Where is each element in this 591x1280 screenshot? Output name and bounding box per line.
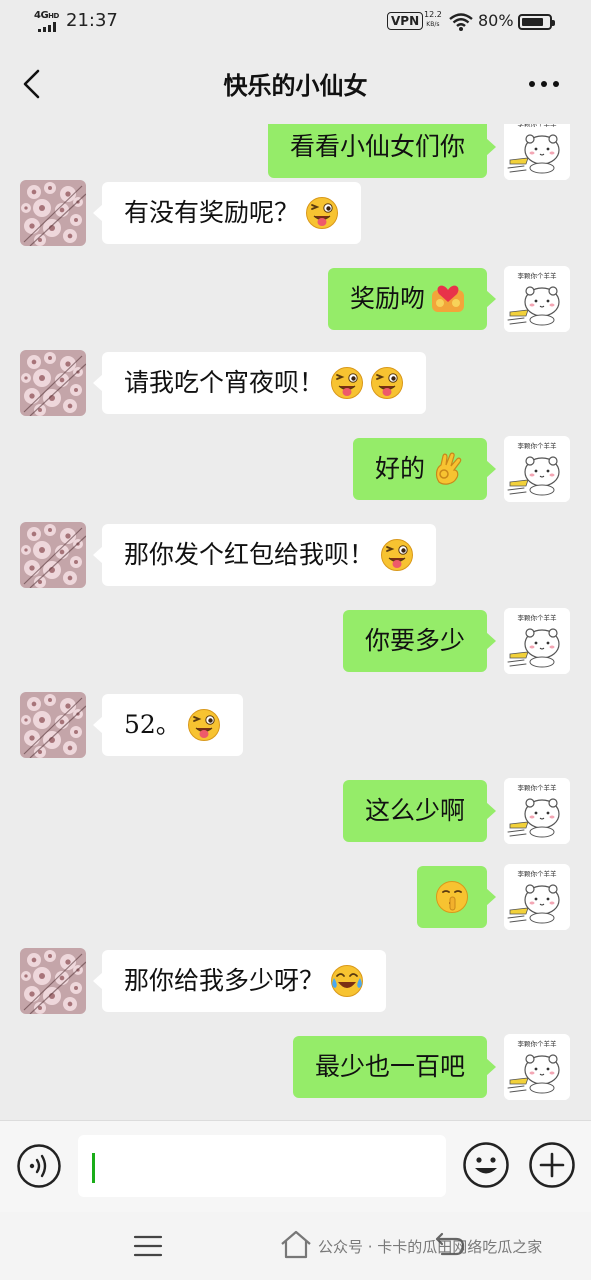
received-message-bubble[interactable]: 52。 <box>93 694 243 756</box>
contact-avatar[interactable] <box>20 522 86 588</box>
message-row: 那你给我多少呀？ <box>0 948 591 1018</box>
sent-message-bubble[interactable]: 这么少啊 <box>342 780 497 842</box>
svg-text:李颗你个羊羊: 李颗你个羊羊 <box>518 441 558 450</box>
contact-avatar[interactable] <box>20 180 86 246</box>
my-avatar[interactable]: 李颗你个羊羊 <box>504 1034 570 1100</box>
signal-icon <box>38 22 60 32</box>
clock: 21:37 <box>66 10 118 31</box>
kissing-couple-emoji-icon <box>432 285 464 312</box>
text-caret <box>92 1153 95 1183</box>
status-bar: 4GHD 21:37 VPN 12.2 KB/s 80% <box>0 0 591 44</box>
message-row: 那你发个红包给我呗！ <box>0 522 591 592</box>
network-type: 4GHD <box>34 10 59 21</box>
message-text: 那你发个红包给我呗！ <box>124 540 375 569</box>
contact-avatar[interactable] <box>20 350 86 416</box>
received-message-bubble[interactable]: 请我吃个宵夜呗！ <box>92 352 427 414</box>
message-text: 那你给我多少呀？ <box>124 966 325 995</box>
my-avatar[interactable]: 李颗你个羊羊 <box>504 778 570 844</box>
more-options-icon[interactable] <box>522 66 566 102</box>
svg-text:李颗你个羊羊: 李颗你个羊羊 <box>518 869 558 878</box>
message-text: 52。 <box>124 710 181 739</box>
sent-message-bubble[interactable]: 好的 <box>352 438 497 500</box>
emoji-picker-icon[interactable] <box>462 1141 510 1189</box>
chat-screen: 4GHD 21:37 VPN 12.2 KB/s 80% 快乐的小仙女 李颗你个… <box>0 0 591 1280</box>
recent-apps-icon[interactable] <box>132 1232 164 1260</box>
network-speed: 12.2 KB/s <box>424 10 442 28</box>
contact-avatar[interactable] <box>20 948 86 1014</box>
message-row: 李颗你个羊羊看看小仙女们你 <box>0 124 591 184</box>
my-avatar[interactable]: 李颗你个羊羊 <box>504 436 570 502</box>
svg-text:李颗你个羊羊: 李颗你个羊羊 <box>518 613 558 622</box>
message-row: 李颗你个羊羊最少也一百吧 <box>0 1034 591 1104</box>
message-row: 52。 <box>0 692 591 762</box>
received-message-bubble[interactable]: 那你给我多少呀？ <box>92 950 387 1012</box>
message-row: 有没有奖励呢？ <box>0 180 591 250</box>
voice-input-icon[interactable] <box>16 1143 62 1189</box>
received-message-bubble[interactable]: 那你发个红包给我呗！ <box>92 524 437 586</box>
message-row: 李颗你个羊羊奖励吻 <box>0 266 591 336</box>
battery-percent: 80% <box>478 11 514 30</box>
vpn-badge: VPN <box>387 12 424 30</box>
message-text: 好的 <box>374 454 425 483</box>
more-functions-icon[interactable] <box>528 1141 576 1189</box>
wink-tongue-face-emoji-icon <box>187 709 220 741</box>
home-icon[interactable] <box>278 1228 314 1260</box>
wink-tongue-face-emoji-icon <box>381 539 414 571</box>
message-row: 李颗你个羊羊这么少啊 <box>0 778 591 848</box>
watermark-text: 公众号 · 卡卡的瓜田网络吃瓜之家 <box>318 1238 543 1256</box>
sent-message-bubble[interactable]: 最少也一百吧 <box>292 1036 497 1098</box>
battery-icon <box>518 14 555 30</box>
sent-message-bubble[interactable] <box>417 866 496 928</box>
message-row: 李颗你个羊羊 <box>0 864 591 934</box>
sent-message-bubble[interactable]: 看看小仙女们你 <box>267 124 497 178</box>
my-avatar[interactable]: 李颗你个羊羊 <box>504 864 570 930</box>
message-text: 最少也一百吧 <box>314 1052 465 1081</box>
sent-message-bubble[interactable]: 奖励吻 <box>327 268 497 330</box>
message-text: 奖励吻 <box>349 284 425 313</box>
svg-text:李颗你个羊羊: 李颗你个羊羊 <box>518 271 558 280</box>
my-avatar[interactable]: 李颗你个羊羊 <box>504 608 570 674</box>
svg-text:李颗你个羊羊: 李颗你个羊羊 <box>518 1039 558 1048</box>
received-message-bubble[interactable]: 有没有奖励呢？ <box>92 182 362 244</box>
wink-tongue-face-emoji-icon <box>306 197 339 229</box>
message-text: 你要多少 <box>364 626 465 655</box>
message-row: 请我吃个宵夜呗！ <box>0 350 591 420</box>
contact-avatar[interactable] <box>20 692 86 758</box>
wifi-icon <box>449 13 473 31</box>
sent-message-bubble[interactable]: 你要多少 <box>342 610 497 672</box>
system-navigation-bar: 公众号 · 卡卡的瓜田网络吃瓜之家 <box>0 1212 591 1280</box>
wink-tongue-face-emoji-icon <box>331 367 364 399</box>
message-list[interactable]: 李颗你个羊羊 看看小仙女们你 有没有奖励呢？ 李颗你个羊羊 奖励吻 请我吃个宵夜呗！ 李颗你… <box>0 124 591 1120</box>
svg-text:李颗你个羊羊: 李颗你个羊羊 <box>518 783 558 792</box>
message-row: 李颗你个羊羊你要多少 <box>0 608 591 678</box>
message-text: 请我吃个宵夜呗！ <box>124 368 325 397</box>
message-input[interactable] <box>78 1135 446 1197</box>
ok-hand-emoji-icon <box>435 452 462 485</box>
message-text: 这么少啊 <box>364 796 465 825</box>
my-avatar[interactable]: 李颗你个羊羊 <box>504 124 570 180</box>
input-bar <box>0 1120 591 1213</box>
my-avatar[interactable]: 李颗你个羊羊 <box>504 266 570 332</box>
chat-title: 快乐的小仙女 <box>223 72 368 100</box>
message-text: 有没有奖励呢？ <box>124 198 300 227</box>
wink-tongue-face-emoji-icon <box>371 367 404 399</box>
message-text: 看看小仙女们你 <box>289 132 465 161</box>
chat-header: 快乐的小仙女 <box>0 44 591 124</box>
message-row: 李颗你个羊羊好的 <box>0 436 591 506</box>
shushing-face-emoji-icon <box>436 881 468 913</box>
crying-laughing-face-emoji-icon <box>331 965 364 997</box>
svg-text:李颗你个羊羊: 李颗你个羊羊 <box>518 124 558 128</box>
